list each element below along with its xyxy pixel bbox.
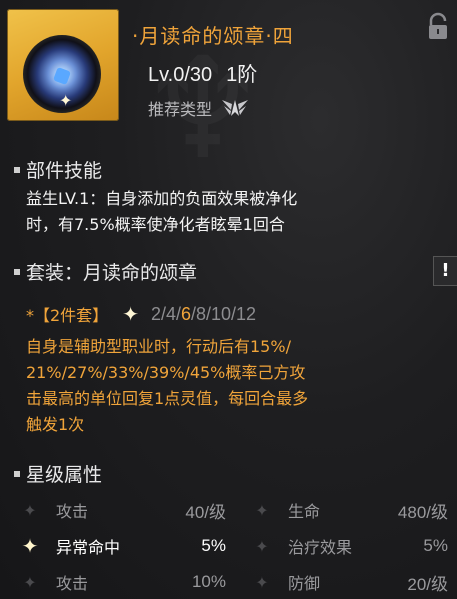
- set-heading: 套装：月读命的颂章: [14, 258, 197, 285]
- attribute-name: 攻击: [56, 574, 89, 593]
- sparkle-icon: ✦: [59, 91, 73, 110]
- attribute-value: 5%: [201, 536, 226, 555]
- recommend-label: 推荐类型: [148, 100, 213, 119]
- sparkle-icon: ✦: [122, 302, 139, 326]
- set-desc-line: 自身是辅助型职业时，行动后有15%/: [26, 337, 291, 356]
- star-icon: ✦: [255, 536, 269, 556]
- bullet-square-icon: [14, 166, 20, 173]
- attribute-name: 防御: [288, 574, 321, 593]
- star-attributes: ✦ 攻击 40/级 ✦ 生命 480/级 ✦ 异常命中 5% ✦ 治疗效果 5%…: [20, 492, 450, 599]
- attribute-value: 480/级: [397, 502, 448, 522]
- attribute-cell: ✦ 治疗效果 5%: [252, 528, 448, 564]
- attribute-row: ✦ 异常命中 5% ✦ 治疗效果 5%: [20, 528, 450, 564]
- set-level-counts: 2/4/6/8/10/12: [151, 304, 256, 325]
- attribute-value: 10%: [191, 572, 226, 591]
- attribute-cell: ✦ 攻击 40/级: [20, 492, 226, 528]
- attribute-value: 40/级: [185, 502, 226, 522]
- attribute-name: 生命: [288, 502, 321, 521]
- attribute-row: ✦ 攻击 10% ✦ 防御 20/级: [20, 564, 450, 599]
- count-part: 2/4/: [150, 303, 181, 324]
- attribute-cell: ✦ 防御 20/级: [252, 564, 448, 599]
- set-desc-line: 21%/27%/33%/39%/45%概率己方攻: [26, 363, 306, 382]
- level-value: Lv.0/30: [148, 64, 213, 86]
- set-desc-line: 触发1次: [26, 415, 85, 434]
- attribute-value: 5%: [423, 536, 448, 555]
- attribute-name: 治疗效果: [288, 538, 353, 557]
- set-description: 自身是辅助型职业时，行动后有15%/ 21%/27%/33%/39%/45%概率…: [26, 334, 426, 438]
- item-thumbnail: ✦: [7, 9, 119, 121]
- attribute-cell: ✦ 异常命中 5%: [20, 528, 226, 564]
- recommend-type: 推荐类型: [148, 96, 250, 120]
- warning-button[interactable]: !: [433, 256, 457, 286]
- rank-value: 1阶: [226, 64, 258, 86]
- skill-text-line: 时，有7.5%概率使净化者眩晕1回合: [26, 215, 285, 234]
- star-heading-text: 星级属性: [26, 464, 103, 486]
- star-icon: ✦: [23, 572, 37, 592]
- attribute-name: 异常命中: [56, 538, 121, 557]
- level-info: Lv.0/30 1阶: [148, 58, 271, 87]
- attribute-value: 20/级: [407, 574, 448, 594]
- count-active: 6: [180, 303, 191, 324]
- lock-icon[interactable]: [427, 12, 449, 42]
- set-heading-text: 套装：月读命的颂章: [26, 262, 198, 284]
- set-piece-tag: *【2件套】: [26, 306, 109, 325]
- attribute-cell: ✦ 生命 480/级: [252, 492, 448, 528]
- star-icon: ✦: [21, 534, 39, 558]
- skill-text: 益生LV.1：自身添加的负面效果被净化 时，有7.5%概率使净化者眩晕1回合: [26, 186, 426, 238]
- star-icon: ✦: [23, 500, 37, 520]
- star-heading: 星级属性: [14, 460, 102, 487]
- bullet-square-icon: [14, 268, 20, 275]
- attribute-cell: ✦ 攻击 10%: [20, 564, 226, 599]
- count-part: /8/10/12: [191, 303, 257, 324]
- item-title: ·月读命的颂章·四: [132, 24, 294, 48]
- wings-emblem-icon: [222, 100, 249, 116]
- set-bonus-line: *【2件套】 ✦ 2/4/6/8/10/12: [26, 302, 256, 326]
- bullet-square-icon: [14, 470, 20, 477]
- attribute-row: ✦ 攻击 40/级 ✦ 生命 480/级: [20, 492, 450, 528]
- skill-heading-text: 部件技能: [26, 160, 103, 182]
- set-desc-line: 击最高的单位回复1点灵值，每回合最多: [26, 389, 309, 408]
- skill-heading: 部件技能: [14, 156, 102, 183]
- attribute-name: 攻击: [56, 502, 89, 521]
- star-icon: ✦: [255, 572, 269, 592]
- star-icon: ✦: [255, 500, 269, 520]
- skill-text-line: 益生LV.1：自身添加的负面效果被净化: [26, 189, 298, 208]
